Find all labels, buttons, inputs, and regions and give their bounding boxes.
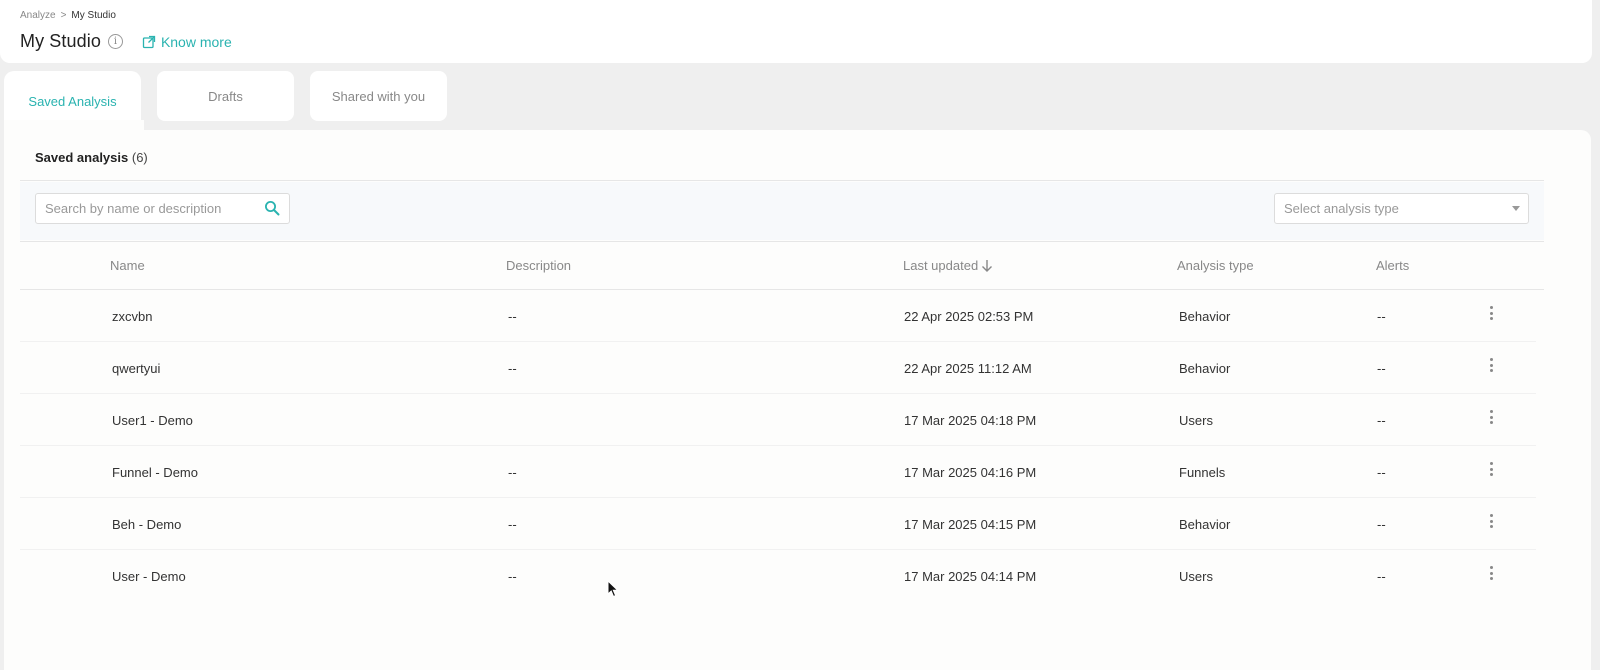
row-name[interactable]: User1 - Demo — [112, 413, 193, 428]
column-header-description: Description — [506, 258, 571, 273]
row-last-updated: 17 Mar 2025 04:18 PM — [904, 413, 1037, 428]
mouse-cursor-icon — [607, 580, 619, 598]
search-icon[interactable] — [264, 200, 280, 216]
section-title-label: Saved analysis — [35, 150, 129, 165]
tab-saved-analysis-label: Saved Analysis — [28, 93, 117, 109]
row-alerts: -- — [1377, 569, 1386, 584]
row-description: -- — [508, 465, 517, 480]
column-description-label: Description — [506, 258, 572, 273]
kebab-menu-icon[interactable] — [1485, 356, 1497, 374]
tab-shared-with-you[interactable]: Shared with you — [310, 71, 447, 121]
kebab-menu-icon[interactable] — [1485, 564, 1497, 582]
column-header-last-updated[interactable]: Last updated — [903, 258, 993, 273]
arrow-down-icon[interactable] — [981, 259, 993, 273]
analysis-type-select[interactable]: Select analysis type — [1274, 193, 1529, 224]
row-description: -- — [508, 309, 517, 324]
breadcrumb: Analyze > My Studio — [20, 10, 116, 21]
row-last-updated: 22 Apr 2025 11:12 AM — [904, 361, 1032, 376]
tab-drafts[interactable]: Drafts — [157, 71, 294, 121]
column-last-updated-label: Last updated — [903, 258, 979, 273]
table-row[interactable]: Beh - Demo -- 17 Mar 2025 04:15 PM Behav… — [20, 498, 1536, 550]
search-input[interactable] — [35, 193, 290, 224]
column-header-alerts: Alerts — [1376, 258, 1409, 273]
row-alerts: -- — [1377, 361, 1386, 376]
know-more-label: Know more — [160, 33, 232, 50]
row-alerts: -- — [1377, 309, 1386, 324]
breadcrumb-parent[interactable]: Analyze — [20, 10, 56, 21]
row-analysis-type: Users — [1179, 413, 1213, 428]
breadcrumb-separator: > — [60, 10, 67, 21]
page-title: My Studio — [20, 31, 101, 51]
table-row[interactable]: User - Demo -- 17 Mar 2025 04:14 PM User… — [20, 550, 1536, 602]
column-name-label: Name — [110, 258, 145, 273]
row-name[interactable]: zxcvbn — [112, 309, 152, 324]
row-last-updated: 17 Mar 2025 04:14 PM — [904, 569, 1037, 584]
column-header-name[interactable]: Name — [110, 258, 145, 273]
row-alerts: -- — [1377, 517, 1386, 532]
row-last-updated: 17 Mar 2025 04:15 PM — [904, 517, 1037, 532]
info-icon[interactable]: i — [107, 34, 123, 49]
section-count: (6) — [131, 150, 148, 165]
table-row[interactable]: Funnel - Demo -- 17 Mar 2025 04:16 PM Fu… — [20, 446, 1536, 498]
row-description: -- — [508, 517, 517, 532]
section-title: Saved analysis (6) — [35, 150, 148, 165]
breadcrumb-current: My Studio — [71, 10, 116, 21]
page-header: Analyze > My Studio My Studio i Know mor… — [0, 0, 1592, 63]
divider — [20, 180, 1544, 181]
analysis-type-placeholder: Select analysis type — [1284, 201, 1399, 216]
tab-panel-join — [4, 120, 144, 132]
column-header-analysis-type: Analysis type — [1177, 258, 1254, 273]
row-description: -- — [508, 569, 517, 584]
chevron-down-icon — [1512, 206, 1520, 211]
title-row: My Studio i Know more — [20, 31, 232, 52]
row-last-updated: 22 Apr 2025 02:53 PM — [904, 309, 1034, 324]
row-name[interactable]: Funnel - Demo — [112, 465, 198, 480]
table-row[interactable]: qwertyui -- 22 Apr 2025 11:12 AM Behavio… — [20, 342, 1536, 394]
row-name[interactable]: qwertyui — [112, 361, 160, 376]
kebab-menu-icon[interactable] — [1485, 304, 1497, 322]
column-alerts-label: Alerts — [1376, 258, 1410, 273]
row-analysis-type: Behavior — [1179, 517, 1231, 532]
row-alerts: -- — [1377, 413, 1386, 428]
row-analysis-type: Funnels — [1179, 465, 1226, 480]
table-row[interactable]: zxcvbn -- 22 Apr 2025 02:53 PM Behavior … — [20, 290, 1536, 342]
row-alerts: -- — [1377, 465, 1386, 480]
table-row[interactable]: User1 - Demo 17 Mar 2025 04:18 PM Users … — [20, 394, 1536, 446]
divider — [20, 241, 1544, 242]
column-analysis-type-label: Analysis type — [1177, 258, 1254, 273]
row-last-updated: 17 Mar 2025 04:16 PM — [904, 465, 1037, 480]
kebab-menu-icon[interactable] — [1485, 460, 1497, 478]
external-link-icon — [142, 35, 156, 48]
tab-shared-label: Shared with you — [331, 88, 426, 104]
know-more-link[interactable]: Know more — [142, 34, 232, 50]
row-name[interactable]: User - Demo — [112, 569, 186, 584]
row-name[interactable]: Beh - Demo — [112, 517, 181, 532]
kebab-menu-icon[interactable] — [1485, 512, 1497, 530]
row-analysis-type: Users — [1179, 569, 1213, 584]
row-description: -- — [508, 361, 517, 376]
row-analysis-type: Behavior — [1179, 361, 1231, 376]
kebab-menu-icon[interactable] — [1485, 408, 1497, 426]
tab-drafts-label: Drafts — [208, 88, 243, 104]
row-analysis-type: Behavior — [1179, 309, 1231, 324]
